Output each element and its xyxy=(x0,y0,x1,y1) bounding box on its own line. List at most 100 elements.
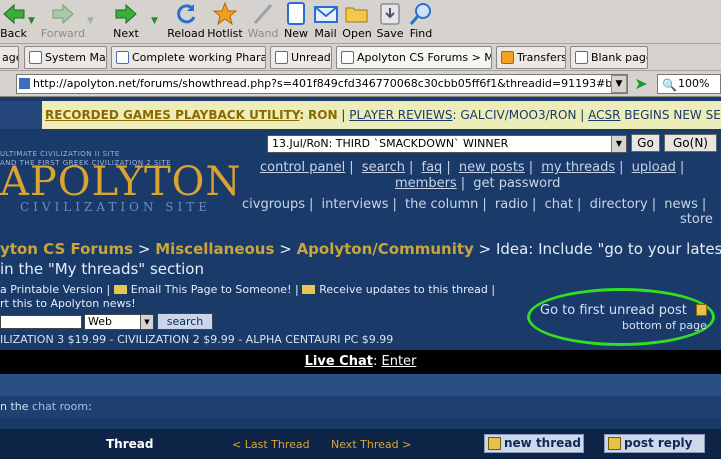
chevron-down-icon: ▼ xyxy=(140,315,153,329)
nav-upload[interactable]: upload xyxy=(632,160,676,175)
tab-complete-working-pharao[interactable]: Complete working Pharao... xyxy=(111,46,266,69)
enter-chat-link[interactable]: Enter xyxy=(381,354,416,369)
email-page-link[interactable]: Email This Page to Someone! xyxy=(131,283,292,296)
tab-blank-page[interactable]: Blank page xyxy=(570,46,648,69)
forward-history-dropdown-icon[interactable]: ▼ xyxy=(87,16,94,26)
nav-the-column[interactable]: the column xyxy=(405,197,478,212)
nav-radio[interactable]: radio xyxy=(495,197,528,212)
nav-directory[interactable]: directory xyxy=(590,197,648,212)
wand-button[interactable]: Wand xyxy=(246,0,280,44)
nav-my-threads[interactable]: my threads xyxy=(541,160,615,175)
open-button[interactable]: Open xyxy=(341,0,373,44)
nav-store[interactable]: store xyxy=(680,212,713,227)
ticker-left-bar xyxy=(0,101,42,129)
search-button[interactable]: search xyxy=(157,313,213,330)
reload-button[interactable]: Reload xyxy=(167,0,205,44)
nav-civgroups[interactable]: civgroups xyxy=(242,197,305,212)
tab-age[interactable]: age xyxy=(0,46,19,69)
info-band xyxy=(0,374,721,396)
back-button[interactable]: Back xyxy=(0,0,27,44)
go-arrow-icon[interactable]: ➤ xyxy=(631,74,651,94)
forum-jump-select[interactable]: 13.Jul/RoN: THIRD `SMACKDOWN` WINNER xyxy=(267,135,627,153)
tab-system-map[interactable]: System Map xyxy=(24,46,107,69)
news-link-playback[interactable]: RECORDED GAMES PLAYBACK UTILITY xyxy=(45,108,299,122)
hotlist-button[interactable]: Hotlist xyxy=(207,0,243,44)
nav-row-1: control panel | search | faq | new posts | m… xyxy=(260,160,685,175)
printable-version-link[interactable]: a Printable Version xyxy=(0,283,103,296)
forward-button[interactable]: Forward xyxy=(40,0,86,44)
nav-control-panel[interactable]: control panel xyxy=(260,160,345,175)
zoom-field[interactable]: 🔍 100% xyxy=(657,74,721,94)
next-dropdown-icon[interactable]: ▼ xyxy=(151,16,158,26)
promo-bar[interactable]: ILIZATION 3 $19.99 - CIVILIZATION 2 $9.9… xyxy=(0,333,721,346)
mail-button[interactable]: Mail xyxy=(312,0,339,44)
site-logo[interactable]: APOLYTON xyxy=(0,160,241,204)
post-reply-button[interactable]: post reply xyxy=(604,434,705,453)
star-icon xyxy=(212,1,238,26)
logo-subtitle-line1: ULTIMATE CIVILIZATION II SITE xyxy=(0,150,120,158)
magnifier-icon: 🔍 xyxy=(662,78,677,92)
nav-news[interactable]: news xyxy=(664,197,698,212)
crumb-apolyton-community[interactable]: Apolyton/Community xyxy=(297,240,474,258)
new-thread-label: new thread xyxy=(504,436,581,450)
nav-members[interactable]: members xyxy=(395,176,457,191)
nav-row-2: members | get password xyxy=(395,176,561,191)
post-reply-label: post reply xyxy=(624,436,693,450)
recommend-news-link[interactable]: rt this to Apolyton news! xyxy=(0,297,136,310)
new-thread-icon xyxy=(488,437,501,450)
back-history-dropdown-icon[interactable]: ▼ xyxy=(28,16,35,26)
page-icon xyxy=(341,51,354,64)
news-link-acsr[interactable]: ACSR xyxy=(588,108,620,122)
next-thread-link[interactable]: Next Thread > xyxy=(331,438,411,451)
live-chat-colon: : xyxy=(372,354,378,369)
tab-unread[interactable]: Unread xyxy=(270,46,332,69)
go-new-button[interactable]: Go(N) xyxy=(664,134,717,152)
address-dropdown-icon[interactable]: ▼ xyxy=(611,75,627,93)
news-sep: : xyxy=(299,108,305,122)
first-unread-link[interactable]: Go to first unread post xyxy=(540,303,687,318)
new-page-button[interactable]: New xyxy=(283,0,309,44)
bottom-of-page-link[interactable]: bottom of page xyxy=(622,319,707,332)
thread-bar: Thread < Last Thread Next Thread > new t… xyxy=(0,429,721,459)
new-thread-button[interactable]: new thread xyxy=(484,434,584,453)
save-button[interactable]: Save xyxy=(375,0,405,44)
browser-toolbar: Back ▼ Forward ▼ Next ▼ Reload Hotlist W… xyxy=(0,0,721,44)
chat-room-prefix: n the xyxy=(0,400,29,413)
nav-chat[interactable]: chat xyxy=(545,197,573,212)
thread-label: Thread xyxy=(106,437,154,451)
address-input[interactable]: http://apolyton.net/forums/showthread.ph… xyxy=(16,74,628,94)
search-scope-value: Web xyxy=(88,315,112,328)
crumb-cs-forums[interactable]: yton CS Forums xyxy=(0,240,133,258)
go-button[interactable]: Go xyxy=(631,134,660,152)
magnifier-icon xyxy=(409,3,431,25)
tab-strip: age System Map Complete working Pharao..… xyxy=(0,44,721,71)
chat-room-link[interactable]: chat room xyxy=(32,400,88,413)
wand-icon xyxy=(253,4,273,24)
live-chat-label[interactable]: Live Chat xyxy=(305,354,373,369)
news-link-player-reviews[interactable]: PLAYER REVIEWS xyxy=(349,108,452,122)
search-scope-select[interactable]: Web ▼ xyxy=(84,314,154,330)
chevron-down-icon[interactable]: ▼ xyxy=(611,136,626,152)
subscribe-icon xyxy=(302,285,316,294)
arrow-down-icon[interactable] xyxy=(696,304,707,316)
last-thread-link[interactable]: < Last Thread xyxy=(232,438,310,451)
news-ticker: RECORDED GAMES PLAYBACK UTILITY: RON | P… xyxy=(0,101,721,129)
mail-icon xyxy=(275,51,288,64)
receive-updates-link[interactable]: Receive updates to this thread xyxy=(319,283,488,296)
tab-transfers[interactable]: Transfers xyxy=(496,46,566,69)
nav-new-posts[interactable]: new posts xyxy=(459,160,525,175)
crumb-miscellaneous[interactable]: Miscellaneous xyxy=(155,240,274,258)
forward-arrow-icon xyxy=(52,3,74,25)
page-icon xyxy=(19,78,30,89)
nav-faq[interactable]: faq xyxy=(422,160,443,175)
nav-search[interactable]: search xyxy=(362,160,405,175)
next-button[interactable]: Next xyxy=(108,0,144,44)
nav-interviews[interactable]: interviews xyxy=(322,197,389,212)
nav-get-password[interactable]: get password xyxy=(473,176,560,191)
chat-room-suffix: : xyxy=(88,400,92,413)
search-input[interactable] xyxy=(0,315,82,329)
breadcrumb: yton CS Forums > Miscellaneous > Apolyto… xyxy=(0,240,721,258)
find-button[interactable]: Find xyxy=(407,0,435,44)
news-value-reviews: : GALCIV/MOO3/RON xyxy=(452,108,577,122)
tab-apolyton-cs-forums[interactable]: Apolyton CS Forums > Mi... xyxy=(336,46,492,69)
